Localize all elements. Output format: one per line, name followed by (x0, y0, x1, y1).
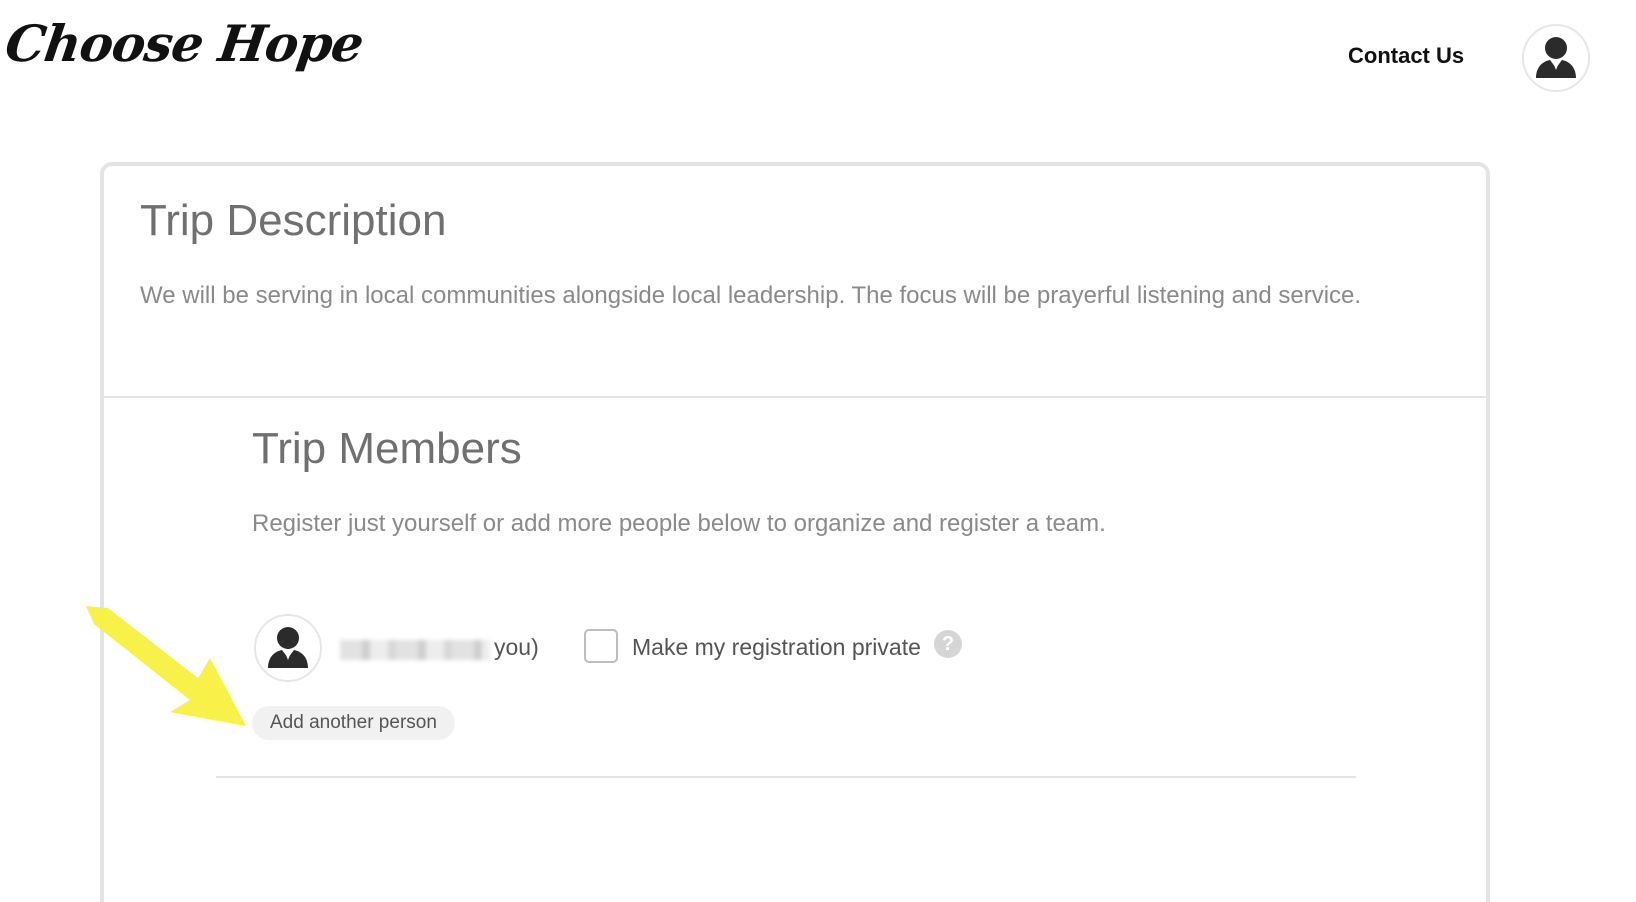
trip-card: Trip Description We will be serving in l… (100, 162, 1490, 902)
private-registration-label[interactable]: Make my registration private (632, 634, 921, 661)
page: Choose Hope Contact Us Trip Description … (0, 0, 1636, 902)
members-divider (216, 776, 1356, 778)
section-divider (104, 396, 1486, 398)
contact-us-link[interactable]: Contact Us (1348, 43, 1464, 69)
trip-members-title: Trip Members (252, 424, 522, 473)
member-name-redacted (340, 640, 490, 660)
member-row: you) Make my registration private ? (254, 614, 1154, 686)
user-avatar-button[interactable] (1522, 24, 1590, 92)
trip-description-title: Trip Description (140, 196, 447, 245)
help-icon[interactable]: ? (934, 630, 962, 658)
add-another-person-button[interactable]: Add another person (252, 706, 455, 740)
user-silhouette-icon (1536, 37, 1576, 78)
private-registration-checkbox[interactable] (584, 629, 618, 663)
logo[interactable]: Choose Hope (2, 14, 367, 73)
annotation-arrow-icon (86, 606, 246, 726)
trip-description-text: We will be serving in local communities … (140, 282, 1362, 309)
trip-members-subtitle: Register just yourself or add more peopl… (252, 510, 1106, 537)
member-name-suffix: you) (494, 634, 539, 660)
